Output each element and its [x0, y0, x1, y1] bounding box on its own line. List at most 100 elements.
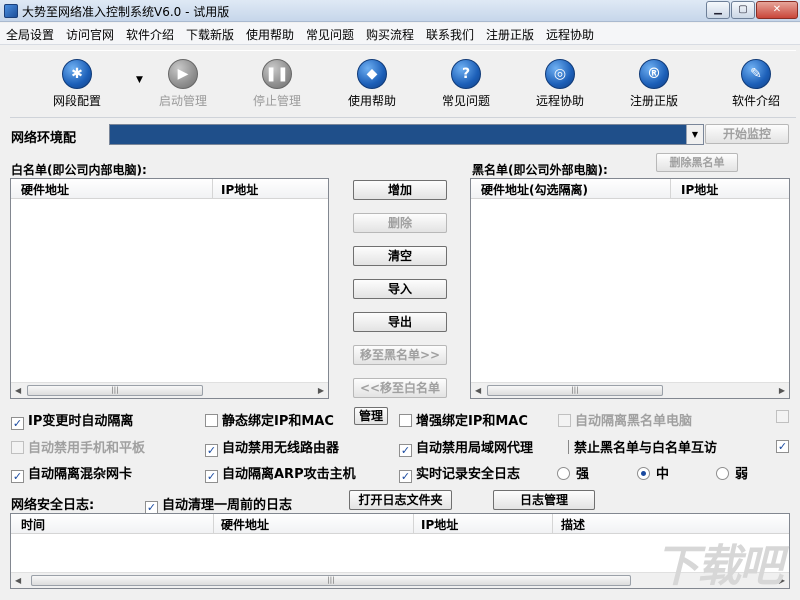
column-divider[interactable]: [212, 179, 213, 199]
gear-icon: ✱: [62, 59, 92, 89]
horizontal-scrollbar[interactable]: ◀ ||| ▶: [471, 382, 789, 398]
menu-help[interactable]: 使用帮助: [246, 26, 294, 43]
start-monitor-button[interactable]: 开始监控: [705, 124, 789, 144]
auto-disable-router-option[interactable]: ✓ 自动禁用无线路由器: [205, 437, 339, 457]
delete-blacklist-button[interactable]: 删除黑名单: [656, 153, 738, 172]
ip-change-isolate-option[interactable]: ✓ IP变更时自动隔离: [11, 410, 133, 430]
maximize-button[interactable]: ▢: [731, 1, 755, 19]
level-medium-radio[interactable]: 中: [637, 463, 669, 482]
move-to-whitelist-button[interactable]: <<移至白名单: [353, 378, 447, 398]
clear-button[interactable]: 清空: [353, 246, 447, 266]
question-icon: ?: [451, 59, 481, 89]
auto-disable-mobile-option[interactable]: 自动禁用手机和平板: [11, 437, 145, 456]
help-button[interactable]: ◆ 使用帮助: [332, 59, 412, 109]
add-button[interactable]: 增加: [353, 180, 447, 200]
column-header-time[interactable]: 时间: [21, 516, 45, 533]
column-divider[interactable]: [552, 514, 553, 534]
checkbox-checked[interactable]: ✓: [399, 470, 412, 483]
checkbox-checked[interactable]: ✓: [776, 440, 789, 453]
horizontal-scrollbar[interactable]: ◀ ||| ▶: [11, 382, 328, 398]
checkbox-unchecked[interactable]: [399, 414, 412, 427]
delete-button[interactable]: 删除: [353, 213, 447, 233]
level-weak-radio[interactable]: 弱: [716, 463, 748, 482]
cut-off-option[interactable]: ✓: [776, 437, 793, 453]
software-intro-button[interactable]: ✎ 软件介绍: [716, 59, 796, 109]
menu-visit-site[interactable]: 访问官网: [66, 26, 114, 43]
scroll-left-icon[interactable]: ◀: [15, 386, 21, 395]
toolbar: ✱ 网段配置 ▼ ▶ 启动管理 ❚❚ 停止管理 ◆ 使用帮助 ? 常见问题 ◎ …: [10, 50, 796, 118]
column-divider[interactable]: [670, 179, 671, 199]
segment-config-button[interactable]: ✱ 网段配置: [37, 59, 117, 109]
menu-global-settings[interactable]: 全局设置: [6, 26, 54, 43]
menu-register[interactable]: 注册正版: [486, 26, 534, 43]
move-to-blacklist-button[interactable]: 移至黑名单>>: [353, 345, 447, 365]
network-env-select[interactable]: ▼: [109, 124, 704, 145]
static-bind-option[interactable]: 静态绑定IP和MAC: [205, 410, 334, 429]
auto-clean-log-option[interactable]: ✓ 自动清理一周前的日志: [145, 494, 292, 514]
checkbox-unchecked[interactable]: [205, 414, 218, 427]
scroll-right-icon[interactable]: ▶: [318, 386, 324, 395]
checkbox-checked[interactable]: ✓: [205, 444, 218, 457]
radio-selected[interactable]: [637, 467, 650, 480]
forbid-mutual-access-option[interactable]: 禁止黑名单与白名单互访: [568, 437, 717, 456]
auto-isolate-promisc-option[interactable]: ✓ 自动隔离混杂网卡: [11, 463, 132, 483]
menu-remote-assist[interactable]: 远程协助: [546, 26, 594, 43]
auto-isolate-blacklist-option[interactable]: 自动隔离黑名单电脑: [558, 410, 692, 429]
checkbox-disabled[interactable]: [11, 441, 24, 454]
checkbox-disabled[interactable]: [558, 414, 571, 427]
column-divider[interactable]: [413, 514, 414, 534]
export-button[interactable]: 导出: [353, 312, 447, 332]
segment-config-dropdown-arrow[interactable]: ▼: [136, 75, 143, 85]
checkbox-checked[interactable]: ✓: [205, 470, 218, 483]
log-manage-button[interactable]: 日志管理: [493, 490, 595, 510]
checkbox-disabled[interactable]: [776, 410, 789, 423]
scroll-thumb[interactable]: |||: [487, 385, 663, 396]
close-button[interactable]: ✕: [756, 1, 798, 19]
column-header-mac[interactable]: 硬件地址: [21, 181, 69, 198]
chevron-down-icon[interactable]: ▼: [686, 125, 703, 144]
register-button[interactable]: ® 注册正版: [614, 59, 694, 109]
column-header-ip[interactable]: IP地址: [421, 516, 458, 533]
stop-manage-button[interactable]: ❚❚ 停止管理: [237, 59, 317, 109]
blacklist-header: 硬件地址(勾选隔离) IP地址: [471, 179, 789, 199]
scroll-right-icon[interactable]: ▶: [779, 386, 785, 395]
checkbox-checked[interactable]: ✓: [11, 470, 24, 483]
auto-disable-proxy-option[interactable]: ✓ 自动禁用局域网代理: [399, 437, 533, 457]
divider: [568, 440, 569, 454]
checkbox-checked[interactable]: ✓: [11, 417, 24, 430]
scroll-thumb[interactable]: |||: [27, 385, 203, 396]
registered-icon: ®: [639, 59, 669, 89]
column-header-description[interactable]: 描述: [561, 516, 585, 533]
open-log-folder-button[interactable]: 打开日志文件夹: [349, 490, 452, 510]
remote-assist-button[interactable]: ◎ 远程协助: [520, 59, 600, 109]
column-header-ip[interactable]: IP地址: [681, 181, 718, 198]
whitelist-table[interactable]: 硬件地址 IP地址 ◀ ||| ▶: [10, 178, 329, 399]
column-header-mac[interactable]: 硬件地址(勾选隔离): [481, 181, 588, 198]
menu-contact[interactable]: 联系我们: [426, 26, 474, 43]
column-divider[interactable]: [213, 514, 214, 534]
title-bar: 大势至网络准入控制系统V6.0 - 试用版 ▁ ▢ ✕: [0, 0, 800, 22]
manage-button[interactable]: 管理: [354, 407, 388, 425]
faq-button[interactable]: ? 常见问题: [426, 59, 506, 109]
radio-unselected[interactable]: [716, 467, 729, 480]
column-header-ip[interactable]: IP地址: [221, 181, 258, 198]
minimize-button[interactable]: ▁: [706, 1, 730, 19]
menu-software-intro[interactable]: 软件介绍: [126, 26, 174, 43]
level-strong-radio[interactable]: 强: [557, 463, 589, 482]
scroll-left-icon[interactable]: ◀: [475, 386, 481, 395]
enhanced-bind-option[interactable]: 增强绑定IP和MAC: [399, 410, 528, 429]
menu-faq[interactable]: 常见问题: [306, 26, 354, 43]
realtime-log-option[interactable]: ✓ 实时记录安全日志: [399, 463, 520, 483]
column-header-mac[interactable]: 硬件地址: [221, 516, 269, 533]
menu-purchase[interactable]: 购买流程: [366, 26, 414, 43]
start-manage-button[interactable]: ▶ 启动管理: [143, 59, 223, 109]
auto-isolate-arp-option[interactable]: ✓ 自动隔离ARP攻击主机: [205, 463, 356, 483]
import-button[interactable]: 导入: [353, 279, 447, 299]
checkbox-checked[interactable]: ✓: [399, 444, 412, 457]
scroll-thumb[interactable]: |||: [31, 575, 631, 586]
radio-unselected[interactable]: [557, 467, 570, 480]
blacklist-table[interactable]: 硬件地址(勾选隔离) IP地址 ◀ ||| ▶: [470, 178, 790, 399]
scroll-left-icon[interactable]: ◀: [15, 576, 21, 585]
cut-off-option[interactable]: [776, 410, 793, 425]
menu-download-new[interactable]: 下载新版: [186, 26, 234, 43]
